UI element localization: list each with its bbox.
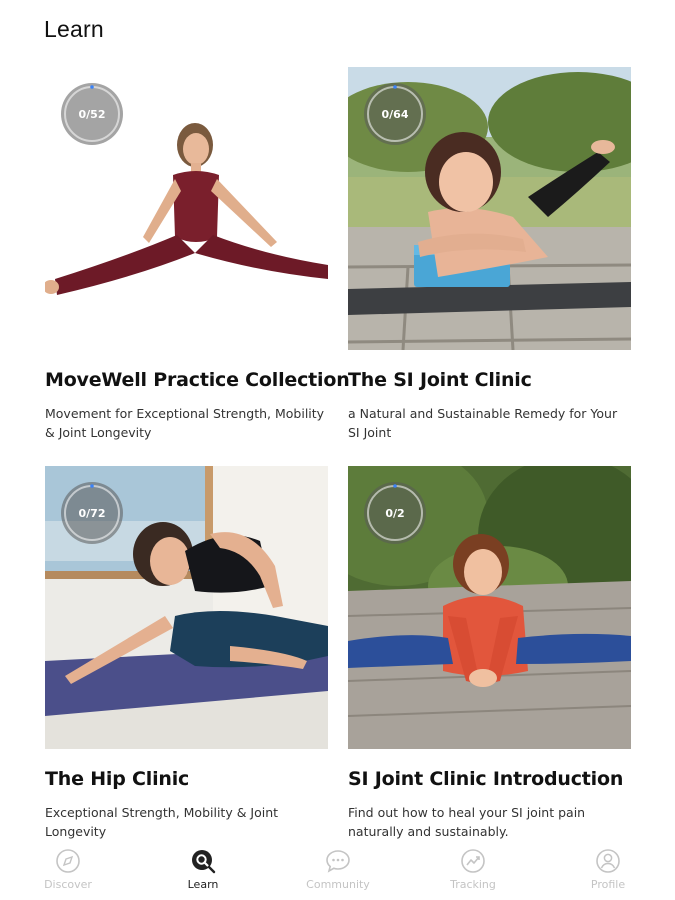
course-card-movewell[interactable]: 0/52 MoveWell Practice Collection Moveme…	[45, 67, 350, 442]
course-title[interactable]: MoveWell Practice Collection	[45, 369, 350, 391]
course-thumbnail[interactable]: 0/72	[45, 466, 328, 749]
nav-label: Discover	[44, 878, 92, 891]
chat-bubble-icon	[326, 850, 350, 873]
nav-label: Tracking	[450, 878, 496, 891]
person-icon	[596, 849, 620, 873]
course-description: Exceptional Strength, Mobility & Joint L…	[45, 805, 279, 839]
nav-item-learn[interactable]: Learn	[158, 848, 248, 891]
bottom-navigation: Discover Learn Community Tracking Profil…	[0, 840, 675, 900]
nav-label: Profile	[590, 878, 626, 891]
progress-count: 0/52	[78, 107, 106, 121]
progress-count: 0/72	[78, 506, 106, 520]
page-title: Learn	[44, 16, 104, 42]
course-card-hip-clinic[interactable]: 0/72 The Hip Clinic Exceptional Strength…	[45, 466, 328, 841]
nav-item-community[interactable]: Community	[293, 848, 383, 891]
course-description: a Natural and Sustainable Remedy for You…	[348, 406, 618, 440]
nav-label: Community	[306, 878, 370, 891]
nav-item-discover[interactable]: Discover	[23, 848, 113, 891]
course-card-si-joint-clinic[interactable]: 0/64 The SI Joint Clinic a Natural and S…	[348, 67, 631, 442]
course-title[interactable]: The SI Joint Clinic	[348, 369, 631, 391]
progress-count: 0/2	[385, 506, 405, 520]
nav-item-profile[interactable]: Profile	[563, 848, 653, 891]
progress-count: 0/64	[381, 107, 409, 121]
progress-ring: 0/72	[61, 482, 123, 544]
trend-chart-icon	[461, 849, 485, 873]
course-thumbnail[interactable]: 0/64	[348, 67, 631, 350]
course-title[interactable]: The Hip Clinic	[45, 768, 328, 790]
compass-icon	[56, 849, 80, 873]
progress-ring: 0/2	[364, 482, 426, 544]
progress-ring: 0/52	[61, 83, 123, 145]
learn-search-icon	[192, 850, 216, 874]
progress-ring: 0/64	[364, 83, 426, 145]
course-description: Movement for Exceptional Strength, Mobil…	[45, 406, 325, 440]
course-description: Find out how to heal your SI joint pain …	[348, 805, 586, 839]
nav-item-tracking[interactable]: Tracking	[428, 848, 518, 891]
course-card-si-joint-intro[interactable]: 0/2 SI Joint Clinic Introduction Find ou…	[348, 466, 631, 841]
course-thumbnail[interactable]: 0/52	[45, 67, 328, 350]
course-thumbnail[interactable]: 0/2	[348, 466, 631, 749]
course-title[interactable]: SI Joint Clinic Introduction	[348, 768, 631, 790]
nav-label: Learn	[187, 878, 219, 891]
